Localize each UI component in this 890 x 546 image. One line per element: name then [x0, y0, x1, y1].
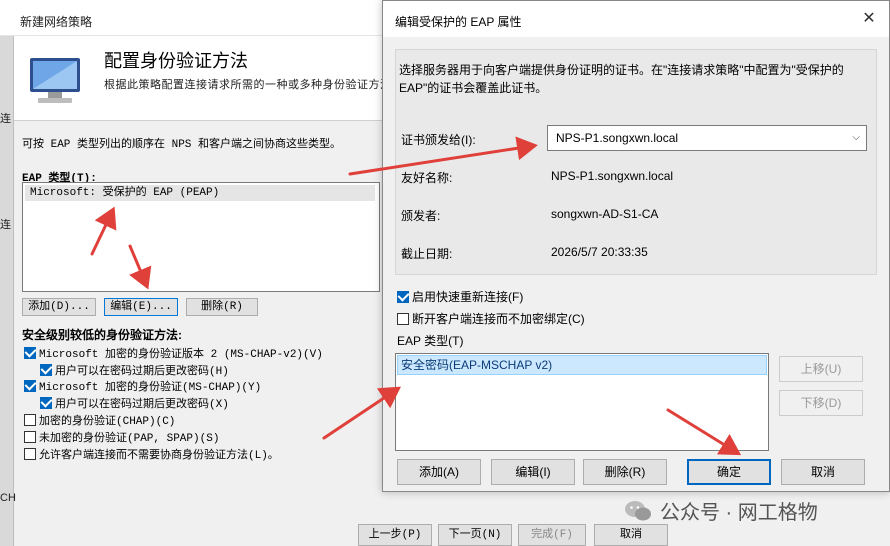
certificate-description: 选择服务器用于向客户端提供身份证明的证书。在"连接请求策略"中配置为"受保护的 … — [399, 63, 844, 95]
checkbox-checked-icon[interactable] — [397, 290, 409, 303]
ok-button[interactable]: 确定 — [687, 459, 771, 485]
front-eap-types-label: EAP 类型(T) — [397, 334, 464, 348]
friendly-name-value: NPS-P1.songxwn.local — [551, 169, 674, 183]
mschapv2-change-password-checkbox[interactable]: 用户可以在密码过期后更改密码(H) — [40, 362, 229, 378]
strip-text-2: 连 — [0, 219, 11, 231]
mschapv2-checkbox[interactable]: Microsoft 加密的身份验证版本 2 (MS-CHAP-v2)(V) — [24, 345, 323, 361]
close-icon[interactable]: ✕ — [857, 9, 881, 29]
back-dialog-titlebar: 新建网络策略 — [0, 0, 390, 36]
list-item[interactable]: 安全密码(EAP-MSCHAP v2) — [397, 355, 767, 375]
list-item[interactable]: Microsoft: 受保护的 EAP (PEAP) — [25, 185, 375, 201]
chap-checkbox[interactable]: 加密的身份验证(CHAP)(C) — [24, 412, 175, 428]
strip-text-1: 连 — [0, 113, 11, 125]
cert-issued-to-label: 证书颁发给(I): — [401, 133, 476, 147]
pap-checkbox[interactable]: 未加密的身份验证(PAP, SPAP)(S) — [24, 429, 219, 445]
move-up-button[interactable]: 上移(U) — [779, 356, 863, 382]
edit-button[interactable]: 编辑(I) — [491, 459, 575, 485]
disconnect-no-crypto-binding-checkbox[interactable]: 断开客户端连接而不加密绑定(C) — [397, 310, 585, 327]
new-network-policy-dialog: 新建网络策略 连 连 CH 配置身份验证方法 根据此策略配置连接请求所需的一种或… — [0, 0, 668, 546]
edit-eap-button[interactable]: 编辑(E)... — [104, 298, 178, 316]
watermark-text: 公众号 · 网工格物 — [660, 502, 818, 524]
checkbox-unchecked-icon[interactable] — [24, 431, 36, 443]
checkbox-unchecked-icon[interactable] — [24, 448, 36, 460]
checkbox-checked-icon[interactable] — [24, 347, 36, 359]
wizard-footer — [14, 512, 390, 546]
fast-reconnect-checkbox[interactable]: 启用快速重新连接(F) — [397, 288, 523, 305]
checkbox-unchecked-icon[interactable] — [24, 414, 36, 426]
mschap-checkbox[interactable]: Microsoft 加密的身份验证(MS-CHAP)(Y) — [24, 378, 261, 394]
remove-button[interactable]: 删除(R) — [583, 459, 667, 485]
checkbox-unchecked-icon[interactable] — [397, 312, 409, 325]
remove-eap-button[interactable]: 删除(R) — [186, 298, 258, 316]
finish-button[interactable]: 完成(F) — [518, 524, 586, 546]
wechat-icon — [625, 500, 651, 520]
front-eap-types-list[interactable]: 安全密码(EAP-MSCHAP v2) — [395, 353, 769, 451]
cancel-button[interactable]: 取消 — [781, 459, 865, 485]
add-eap-button[interactable]: 添加(D)... — [22, 298, 96, 316]
no-negotiation-checkbox[interactable]: 允许客户端连接而不需要协商身份验证方法(L)。 — [24, 446, 279, 462]
eap-order-description: 可按 EAP 类型列出的顺序在 NPS 和客户端之间协商这些类型。 — [22, 139, 342, 151]
expiry-label: 截止日期: — [401, 247, 453, 261]
mschap-change-password-checkbox[interactable]: 用户可以在密码过期后更改密码(X) — [40, 395, 229, 411]
strip-text-3: CH — [0, 492, 16, 504]
friendly-name-label: 友好名称: — [401, 171, 453, 185]
issuer-label: 颁发者: — [401, 209, 441, 223]
issuer-value: songxwn-AD-S1-CA — [551, 207, 659, 221]
eap-types-list[interactable]: Microsoft: 受保护的 EAP (PEAP) — [22, 182, 380, 292]
checkbox-checked-icon[interactable] — [24, 380, 36, 392]
checkbox-checked-icon[interactable] — [40, 364, 52, 376]
prev-button[interactable]: 上一步(P) — [358, 524, 432, 546]
move-down-button[interactable]: 下移(D) — [779, 390, 863, 416]
back-dialog-title: 新建网络策略 — [20, 15, 93, 29]
page-title: 配置身份验证方法 — [104, 51, 248, 71]
watermark: 公众号 · 网工格物 — [624, 496, 818, 525]
next-button[interactable]: 下一页(N) — [438, 524, 512, 546]
add-button[interactable]: 添加(A) — [397, 459, 481, 485]
lower-security-methods-label: 安全级别较低的身份验证方法: — [22, 328, 182, 342]
front-dialog-titlebar: 编辑受保护的 EAP 属性 ✕ — [383, 1, 889, 37]
left-cropped-strip: 连 连 CH — [0, 36, 16, 546]
cert-issued-to-select[interactable]: NPS-P1.songxwn.local ⌵ — [547, 125, 867, 151]
wizard-cancel-button[interactable]: 取消 — [594, 524, 668, 546]
chevron-down-icon[interactable]: ⌵ — [852, 126, 860, 150]
front-dialog-title: 编辑受保护的 EAP 属性 — [395, 15, 522, 29]
page-subtitle: 根据此策略配置连接请求所需的一种或多种身份验证方法 — [104, 79, 392, 91]
checkbox-checked-icon[interactable] — [40, 397, 52, 409]
peap-properties-dialog: 编辑受保护的 EAP 属性 ✕ 选择服务器用于向客户端提供身份证明的证书。在"连… — [382, 0, 890, 492]
expiry-value: 2026/5/7 20:33:35 — [551, 245, 648, 259]
monitor-icon — [30, 58, 80, 103]
